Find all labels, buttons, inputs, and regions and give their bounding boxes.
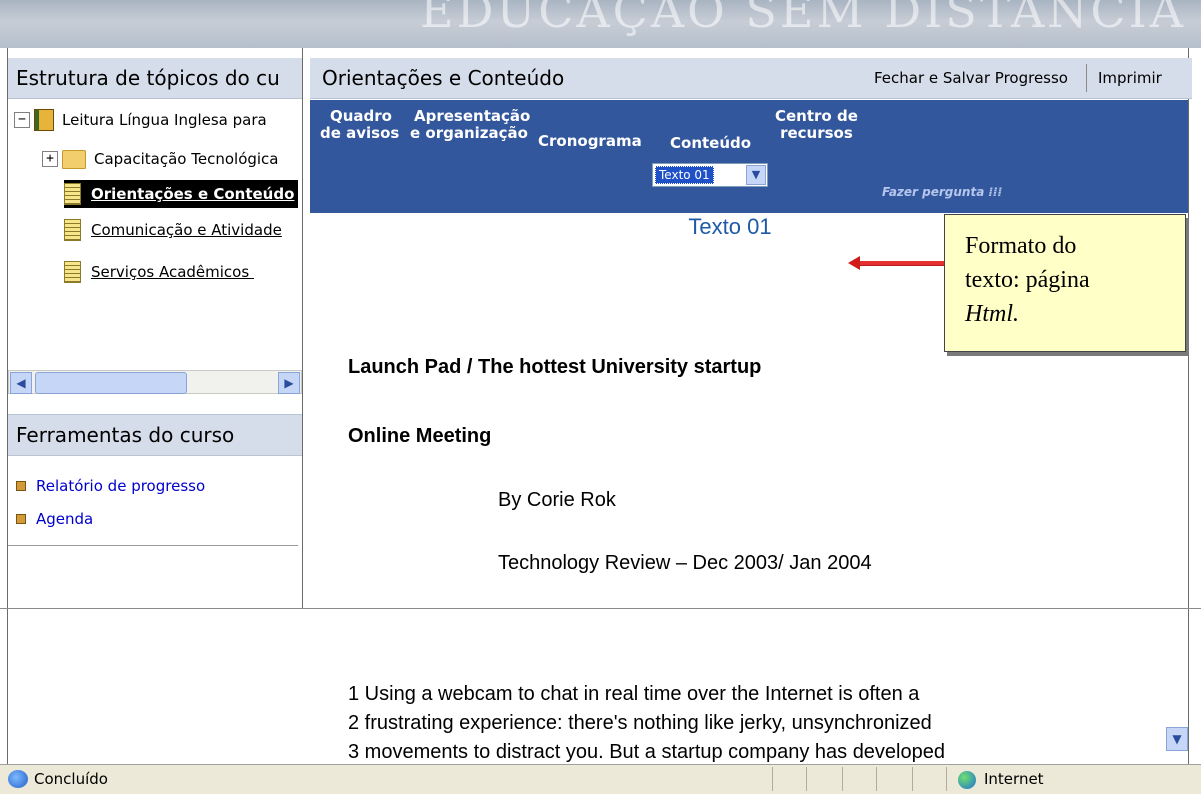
tree-item-course[interactable]: − Leitura Língua Inglesa para — [14, 106, 267, 134]
status-divider — [806, 767, 807, 791]
tools-header: Ferramentas do curso — [8, 414, 302, 456]
nav-resources-line1: Centro de — [775, 107, 858, 125]
status-divider — [772, 767, 773, 791]
tools-title: Ferramentas do curso — [16, 423, 235, 447]
site-banner: EDUCAÇÃO SEM DISTÂNCIA — [0, 0, 1201, 48]
chevron-down-icon[interactable]: ▼ — [746, 165, 766, 185]
outline-horizontal-scrollbar[interactable]: ◀ ▶ — [8, 370, 302, 394]
status-divider — [912, 767, 913, 791]
left-frame-border — [7, 48, 8, 764]
text-select[interactable]: Texto 01 ▼ — [652, 163, 768, 187]
callout-arrow — [858, 260, 944, 266]
collapse-icon[interactable]: − — [14, 112, 30, 128]
nav-board-line2: de avisos — [320, 124, 400, 142]
status-text: Concluído — [34, 770, 108, 788]
status-divider — [876, 767, 877, 791]
outline-header: Estrutura de tópicos do cu — [8, 58, 302, 99]
frame-horizontal-divider — [0, 608, 1201, 609]
nav-content[interactable]: Conteúdo — [670, 135, 751, 152]
article-headline: Launch Pad / The hottest University star… — [348, 356, 762, 378]
print-button[interactable]: Imprimir — [1098, 58, 1162, 98]
nav-bulletin-board[interactable]: Quadro de avisos — [320, 108, 399, 142]
close-save-button[interactable]: Fechar e Salvar Progresso — [874, 58, 1068, 98]
article-subhead: Online Meeting — [348, 425, 492, 447]
right-frame-border — [1188, 48, 1189, 764]
tool-label-progress: Relatório de progresso — [36, 477, 206, 495]
article-source: Technology Review – Dec 2003/ Jan 2004 — [498, 552, 872, 574]
callout-line3: Html. — [965, 301, 1019, 327]
tree-label-course: Leitura Língua Inglesa para — [62, 111, 267, 129]
callout-line1: Formato do — [965, 233, 1077, 259]
nav-pres-line2: e organização — [410, 124, 528, 142]
header-separator — [1086, 64, 1087, 92]
zone-text: Internet — [984, 770, 1044, 788]
tree-item-capacitacao[interactable]: + Capacitação Tecnológica — [42, 145, 279, 173]
status-divider — [946, 767, 947, 791]
nav-resource-center[interactable]: Centro de recursos — [775, 108, 858, 142]
text-select-value: Texto 01 — [655, 166, 714, 184]
bullet-icon — [16, 481, 26, 491]
nav-board-line1: Quadro — [330, 107, 392, 125]
tree-label-servicos: Serviços Acadêmicos — [91, 263, 254, 281]
bullet-icon — [16, 514, 26, 524]
callout-text: Formato do texto: página Html. — [965, 229, 1090, 331]
nav-resources-line2: recursos — [780, 124, 853, 142]
document-icon — [64, 183, 81, 205]
nav-schedule[interactable]: Cronograma — [538, 133, 642, 150]
frame-divider — [302, 48, 303, 608]
tree-label-capacitacao: Capacitação Tecnológica — [94, 150, 279, 168]
status-divider — [842, 767, 843, 791]
grid-icon: ⁞⁞⁞ — [988, 185, 1003, 199]
tools-divider — [8, 545, 298, 546]
tool-agenda[interactable]: Agenda — [16, 510, 93, 528]
nav-presentation[interactable]: Apresentação e organização — [410, 108, 530, 142]
callout-box: Formato do texto: página Html. — [944, 214, 1186, 352]
expand-icon[interactable]: + — [42, 151, 58, 167]
status-bar: Concluído Internet — [0, 764, 1201, 794]
article-line: 1 Using a webcam to chat in real time ov… — [348, 683, 920, 705]
book-icon — [34, 109, 54, 131]
ask-question-button[interactable]: Fazer pergunta ⁞⁞⁞ — [882, 185, 1002, 199]
article-line: 3 movements to distract you. But a start… — [348, 741, 945, 763]
tree-label-orientacoes: Orientações e Conteúdo — [91, 185, 295, 203]
tree-item-comunicacao[interactable]: Comunicação e Atividade — [64, 216, 282, 244]
article-line: 2 frustrating experience: there's nothin… — [348, 712, 932, 734]
content-header-title: Orientações e Conteúdo — [322, 66, 565, 90]
nav-pres-line1: Apresentação — [414, 107, 531, 125]
tree-item-orientacoes[interactable]: Orientações e Conteúdo — [64, 180, 299, 208]
scroll-thumb[interactable] — [35, 372, 187, 394]
article-line-clip: 3 movements to distract you. But a start… — [348, 741, 945, 763]
tool-label-agenda: Agenda — [36, 510, 94, 528]
outline-title: Estrutura de tópicos do cu — [16, 66, 280, 90]
scroll-right-icon[interactable]: ▶ — [278, 372, 300, 394]
internet-globe-icon — [958, 771, 976, 789]
tool-progress-report[interactable]: Relatório de progresso — [16, 477, 205, 495]
banner-text: EDUCAÇÃO SEM DISTÂNCIA — [420, 0, 1186, 38]
browser-icon — [8, 770, 28, 788]
arrowhead-icon — [848, 256, 860, 270]
article-byline: By Corie Rok — [498, 489, 616, 511]
ask-label: Fazer pergunta — [882, 185, 985, 199]
folder-icon — [62, 149, 86, 169]
text-title: Texto 01 — [688, 214, 772, 239]
tree-label-comunicacao: Comunicação e Atividade — [91, 221, 282, 239]
document-icon — [64, 261, 81, 283]
document-icon — [64, 219, 81, 241]
scroll-left-icon[interactable]: ◀ — [10, 372, 32, 394]
scroll-down-icon[interactable]: ▼ — [1166, 727, 1188, 751]
callout-line2: texto: página — [965, 267, 1090, 293]
tree-item-servicos[interactable]: Serviços Acadêmicos — [64, 258, 254, 286]
